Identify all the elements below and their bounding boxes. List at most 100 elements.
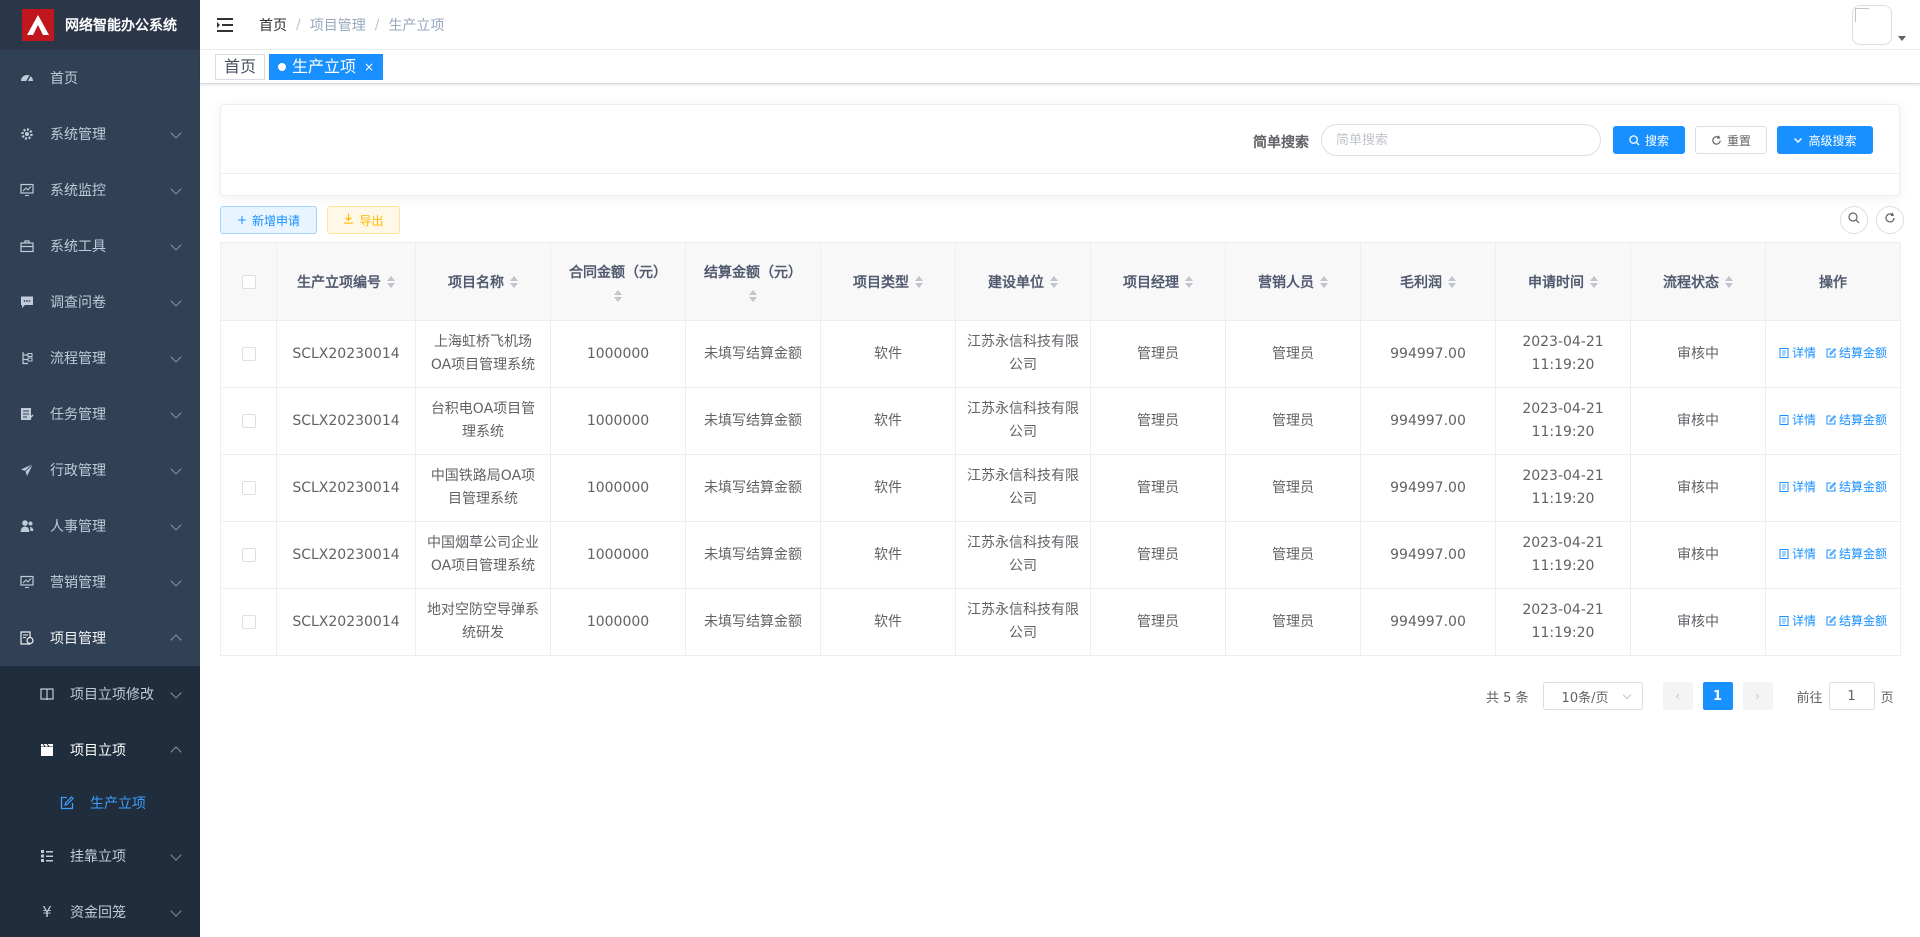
chevron-down-icon <box>1793 135 1803 145</box>
page-number[interactable]: 1 <box>1702 682 1733 710</box>
table-row[interactable]: SCLX20230014 中国铁路局OA项目管理系统 1000000 未填写结算金额软… <box>220 454 1901 522</box>
sort-icon[interactable] <box>1185 275 1193 288</box>
sidebar-item-hr-management[interactable]: 人事管理 <box>0 498 200 554</box>
cell-project-type: 软件 <box>820 387 956 455</box>
cell-project-type: 软件 <box>820 320 956 388</box>
caret-down-icon[interactable] <box>1898 36 1906 41</box>
row-checkbox[interactable] <box>241 413 256 428</box>
sidebar-item-system-management[interactable]: 系统管理 <box>0 106 200 162</box>
reset-button[interactable]: 重置 <box>1695 126 1767 154</box>
column-header[interactable]: 申请时间 <box>1495 242 1631 321</box>
sidebar-item-home[interactable]: 首页 <box>0 50 200 106</box>
settle-amount-link[interactable]: 结算金额 <box>1826 543 1887 566</box>
column-header[interactable]: 项目类型 <box>820 242 956 321</box>
sidebar-item-marketing-management[interactable]: 营销管理 <box>0 554 200 610</box>
column-header-label: 建设单位 <box>988 274 1044 291</box>
sidebar-item-project-approval[interactable]: 项目立项 <box>0 722 200 778</box>
column-header[interactable]: 生产立项编号 <box>276 242 416 321</box>
goto-page-input[interactable] <box>1828 682 1875 710</box>
column-header-label: 结算金额（元） <box>704 264 802 281</box>
row-checkbox[interactable] <box>241 480 256 495</box>
tag-production-approval[interactable]: 生产立项 × <box>269 53 384 80</box>
settle-amount-link[interactable]: 结算金额 <box>1826 476 1887 499</box>
search-button[interactable]: 搜索 <box>1613 126 1685 154</box>
sidebar-item-label: 项目管理 <box>50 631 106 647</box>
column-header[interactable]: 营销人员 <box>1225 242 1361 321</box>
sidebar-item-label: 系统工具 <box>50 239 106 255</box>
sort-icon[interactable] <box>1320 275 1328 288</box>
cell-project-manager: 管理员 <box>1090 588 1226 656</box>
sidebar-item-system-monitor[interactable]: 系统监控 <box>0 162 200 218</box>
row-checkbox[interactable] <box>241 547 256 562</box>
sidebar-item-admin-management[interactable]: 行政管理 <box>0 442 200 498</box>
sidebar-item-task-management[interactable]: 任务管理 <box>0 386 200 442</box>
pagination-total: 共 5 条 <box>1486 690 1529 706</box>
prev-page-button[interactable]: ‹ <box>1662 682 1693 710</box>
cell-gross-profit: 994997.00 <box>1360 454 1496 522</box>
search-input[interactable] <box>1321 124 1601 156</box>
hamburger-icon[interactable] <box>217 17 235 33</box>
close-icon[interactable]: × <box>364 55 374 79</box>
sort-icon[interactable] <box>1050 275 1058 288</box>
cell-settlement-amount: 未填写结算金额 <box>685 588 821 656</box>
export-button[interactable]: 导出 <box>327 206 400 234</box>
tag-home[interactable]: 首页 <box>215 53 266 80</box>
settle-amount-link[interactable]: 结算金额 <box>1826 610 1887 633</box>
sidebar-item-process-management[interactable]: 流程管理 <box>0 330 200 386</box>
column-header[interactable]: 合同金额（元） <box>550 242 686 321</box>
detail-link[interactable]: 详情 <box>1779 476 1816 499</box>
sidebar-item-project-approval-edit[interactable]: 项目立项修改 <box>0 666 200 722</box>
detail-link[interactable]: 详情 <box>1779 409 1816 432</box>
advanced-search-button[interactable]: 高级搜索 <box>1777 126 1873 154</box>
breadcrumb-home[interactable]: 首页 <box>259 15 287 35</box>
chevron-down-icon <box>170 905 182 917</box>
row-checkbox[interactable] <box>241 614 256 629</box>
sidebar-item-fund-recovery[interactable]: ¥ 资金回笼 <box>0 884 200 937</box>
sidebar-item-label: 行政管理 <box>50 463 106 479</box>
user-menu[interactable] <box>1852 5 1906 45</box>
sidebar-item-survey[interactable]: 调查问卷 <box>0 274 200 330</box>
sort-icon[interactable] <box>915 275 923 288</box>
table-row[interactable]: SCLX20230014 上海虹桥飞机场OA项目管理系统 1000000 未填写结算金… <box>220 320 1901 388</box>
detail-link[interactable]: 详情 <box>1779 342 1816 365</box>
refresh-button[interactable] <box>1876 206 1904 234</box>
add-application-button[interactable]: + 新增申请 <box>220 206 317 234</box>
table-row[interactable]: SCLX20230014 中国烟草公司企业OA项目管理系统 1000000 未填写结算… <box>220 521 1901 589</box>
avatar[interactable] <box>1852 5 1892 45</box>
cell-contract-amount: 1000000 <box>550 454 686 522</box>
toggle-search-button[interactable] <box>1840 206 1868 234</box>
column-header[interactable]: 流程状态 <box>1630 242 1766 321</box>
sort-icon[interactable] <box>1725 275 1733 288</box>
next-page-button[interactable]: › <box>1742 682 1773 710</box>
column-header[interactable]: 毛利润 <box>1360 242 1496 321</box>
column-header[interactable]: 建设单位 <box>955 242 1091 321</box>
sort-icon[interactable] <box>614 289 622 302</box>
sort-icon[interactable] <box>387 275 395 288</box>
cell-settlement-amount: 未填写结算金额 <box>685 387 821 455</box>
table-row[interactable]: SCLX20230014 地对空防空导弹系统研发 1000000 未填写结算金额 软件江… <box>220 588 1901 656</box>
row-checkbox[interactable] <box>241 346 256 361</box>
sidebar-item-project-management[interactable]: 项目管理 <box>0 610 200 666</box>
column-header-label: 合同金额（元） <box>569 264 667 281</box>
breadcrumb-project-management[interactable]: 项目管理 <box>310 15 366 35</box>
sort-icon[interactable] <box>1590 275 1598 288</box>
select-all-checkbox[interactable] <box>241 274 256 289</box>
column-header[interactable]: 结算金额（元） <box>685 242 821 321</box>
column-header-label: 项目名称 <box>448 274 504 291</box>
column-header[interactable]: 项目经理 <box>1090 242 1226 321</box>
sort-icon[interactable] <box>749 289 757 302</box>
logo[interactable]: 网络智能办公系统 <box>0 0 200 50</box>
table-row[interactable]: SCLX20230014 台积电OA项目管理系统 1000000 未填写结算金额 软件江… <box>220 387 1901 455</box>
sort-icon[interactable] <box>1448 275 1456 288</box>
sidebar-item-production-approval[interactable]: 生产立项 <box>0 778 200 828</box>
refresh-icon <box>1884 212 1896 228</box>
page-size-select[interactable]: 10条/页 <box>1542 682 1643 710</box>
column-header[interactable]: 项目名称 <box>415 242 551 321</box>
detail-link[interactable]: 详情 <box>1779 610 1816 633</box>
sort-icon[interactable] <box>510 275 518 288</box>
sidebar-item-affiliated-approval[interactable]: 挂靠立项 <box>0 828 200 884</box>
sidebar-item-system-tools[interactable]: 系统工具 <box>0 218 200 274</box>
settle-amount-link[interactable]: 结算金额 <box>1826 342 1887 365</box>
settle-amount-link[interactable]: 结算金额 <box>1826 409 1887 432</box>
detail-link[interactable]: 详情 <box>1779 543 1816 566</box>
